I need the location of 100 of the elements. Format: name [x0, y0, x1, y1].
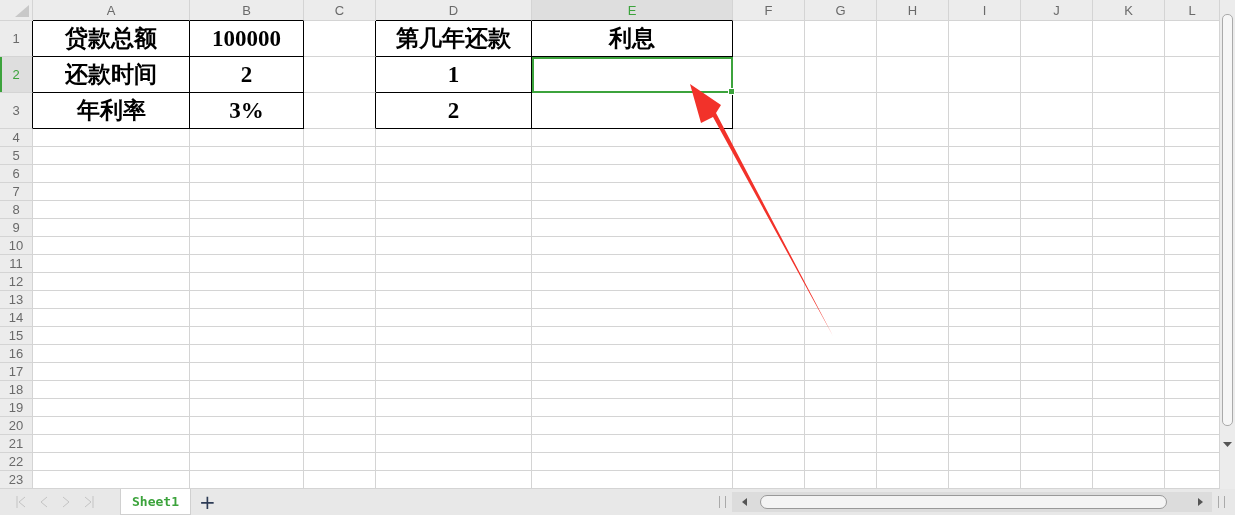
- table-cell: [1093, 273, 1165, 291]
- table-cell: [1093, 255, 1165, 273]
- table-cell: [805, 147, 877, 165]
- table-cell: [304, 201, 376, 219]
- row-header[interactable]: 15: [0, 327, 33, 345]
- table-cell: [805, 417, 877, 435]
- column-header[interactable]: J: [1021, 0, 1093, 21]
- row-header[interactable]: 9: [0, 219, 33, 237]
- table-cell: [877, 93, 949, 129]
- table-cell: [1021, 327, 1093, 345]
- table-cell: 2: [376, 93, 532, 129]
- table-cell: [1093, 219, 1165, 237]
- row-header[interactable]: 18: [0, 381, 33, 399]
- table-cell: [805, 435, 877, 453]
- table-cell: [877, 309, 949, 327]
- table-cell: [304, 165, 376, 183]
- column-header[interactable]: I: [949, 0, 1021, 21]
- table-cell: [304, 327, 376, 345]
- row-header[interactable]: 14: [0, 309, 33, 327]
- next-sheet-icon[interactable]: [62, 496, 70, 508]
- table-cell: [949, 417, 1021, 435]
- row-header[interactable]: 10: [0, 237, 33, 255]
- table-cell: [304, 363, 376, 381]
- table-cell: [733, 363, 805, 381]
- column-header[interactable]: K: [1093, 0, 1165, 21]
- corner-triangle-icon: [15, 5, 29, 17]
- scroll-thumb[interactable]: [760, 495, 1167, 509]
- row-header[interactable]: 3: [0, 93, 33, 129]
- column-header[interactable]: L: [1165, 0, 1220, 21]
- last-sheet-icon[interactable]: [84, 496, 94, 508]
- table-cell: [949, 255, 1021, 273]
- table-cell: [949, 129, 1021, 147]
- table-cell: 1: [376, 57, 532, 93]
- table-cell: [949, 363, 1021, 381]
- row-header[interactable]: 1: [0, 21, 33, 57]
- table-cell: [1093, 57, 1165, 93]
- column-header[interactable]: G: [805, 0, 877, 21]
- row-header[interactable]: 23: [0, 471, 33, 489]
- sheet-tab[interactable]: Sheet1: [120, 489, 191, 515]
- table-cell: 贷款总额: [33, 21, 190, 57]
- table-cell: [949, 453, 1021, 471]
- column-header[interactable]: E: [532, 0, 733, 21]
- table-cell: [1021, 183, 1093, 201]
- row-header[interactable]: 7: [0, 183, 33, 201]
- horizontal-scrollbar[interactable]: [732, 492, 1212, 512]
- first-sheet-icon[interactable]: [16, 496, 26, 508]
- table-cell: [1093, 129, 1165, 147]
- row-header[interactable]: 20: [0, 417, 33, 435]
- column-header[interactable]: C: [304, 0, 376, 21]
- row-header[interactable]: 17: [0, 363, 33, 381]
- table-cell: [877, 273, 949, 291]
- table-cell: [733, 345, 805, 363]
- table-cell: [877, 201, 949, 219]
- scroll-down-icon[interactable]: [1223, 442, 1232, 448]
- selected-cell[interactable]: [532, 57, 733, 93]
- table-cell: [949, 273, 1021, 291]
- table-cell: [877, 165, 949, 183]
- row-header[interactable]: 22: [0, 453, 33, 471]
- row-header[interactable]: 12: [0, 273, 33, 291]
- table-cell: [1093, 237, 1165, 255]
- table-cell: [733, 399, 805, 417]
- row-header[interactable]: 13: [0, 291, 33, 309]
- row-header[interactable]: 5: [0, 147, 33, 165]
- column-header[interactable]: B: [190, 0, 304, 21]
- row-header[interactable]: 16: [0, 345, 33, 363]
- table-cell: [877, 21, 949, 57]
- column-header[interactable]: H: [877, 0, 949, 21]
- table-cell: [949, 381, 1021, 399]
- column-header[interactable]: D: [376, 0, 532, 21]
- row-header[interactable]: 2: [0, 57, 33, 93]
- column-header[interactable]: A: [33, 0, 190, 21]
- previous-sheet-icon[interactable]: [40, 496, 48, 508]
- table-cell: [1021, 57, 1093, 93]
- table-cell: [1093, 21, 1165, 57]
- row-header[interactable]: 19: [0, 399, 33, 417]
- row-header[interactable]: 6: [0, 165, 33, 183]
- table-cell: [1093, 165, 1165, 183]
- row-header[interactable]: 21: [0, 435, 33, 453]
- column-header[interactable]: F: [733, 0, 805, 21]
- row-header[interactable]: 11: [0, 255, 33, 273]
- fill-handle[interactable]: [728, 88, 735, 95]
- table-cell: [805, 183, 877, 201]
- table-cell: [1021, 237, 1093, 255]
- row-header[interactable]: 8: [0, 201, 33, 219]
- table-cell: [1021, 273, 1093, 291]
- table-cell: [304, 453, 376, 471]
- table-cell: [1021, 399, 1093, 417]
- table-cell: 3%: [190, 93, 304, 129]
- scroll-thumb[interactable]: [1222, 14, 1233, 426]
- table-cell: [1093, 147, 1165, 165]
- vertical-scrollbar[interactable]: [1220, 0, 1235, 489]
- row-header[interactable]: 4: [0, 129, 33, 147]
- table-cell: [805, 129, 877, 147]
- table-cell: [1021, 219, 1093, 237]
- table-cell: [805, 327, 877, 345]
- table-cell: [877, 183, 949, 201]
- add-sheet-button[interactable]: +: [191, 490, 224, 514]
- table-cell: 年利率: [33, 93, 190, 129]
- select-all-corner[interactable]: [0, 0, 33, 21]
- table-cell: [1021, 147, 1093, 165]
